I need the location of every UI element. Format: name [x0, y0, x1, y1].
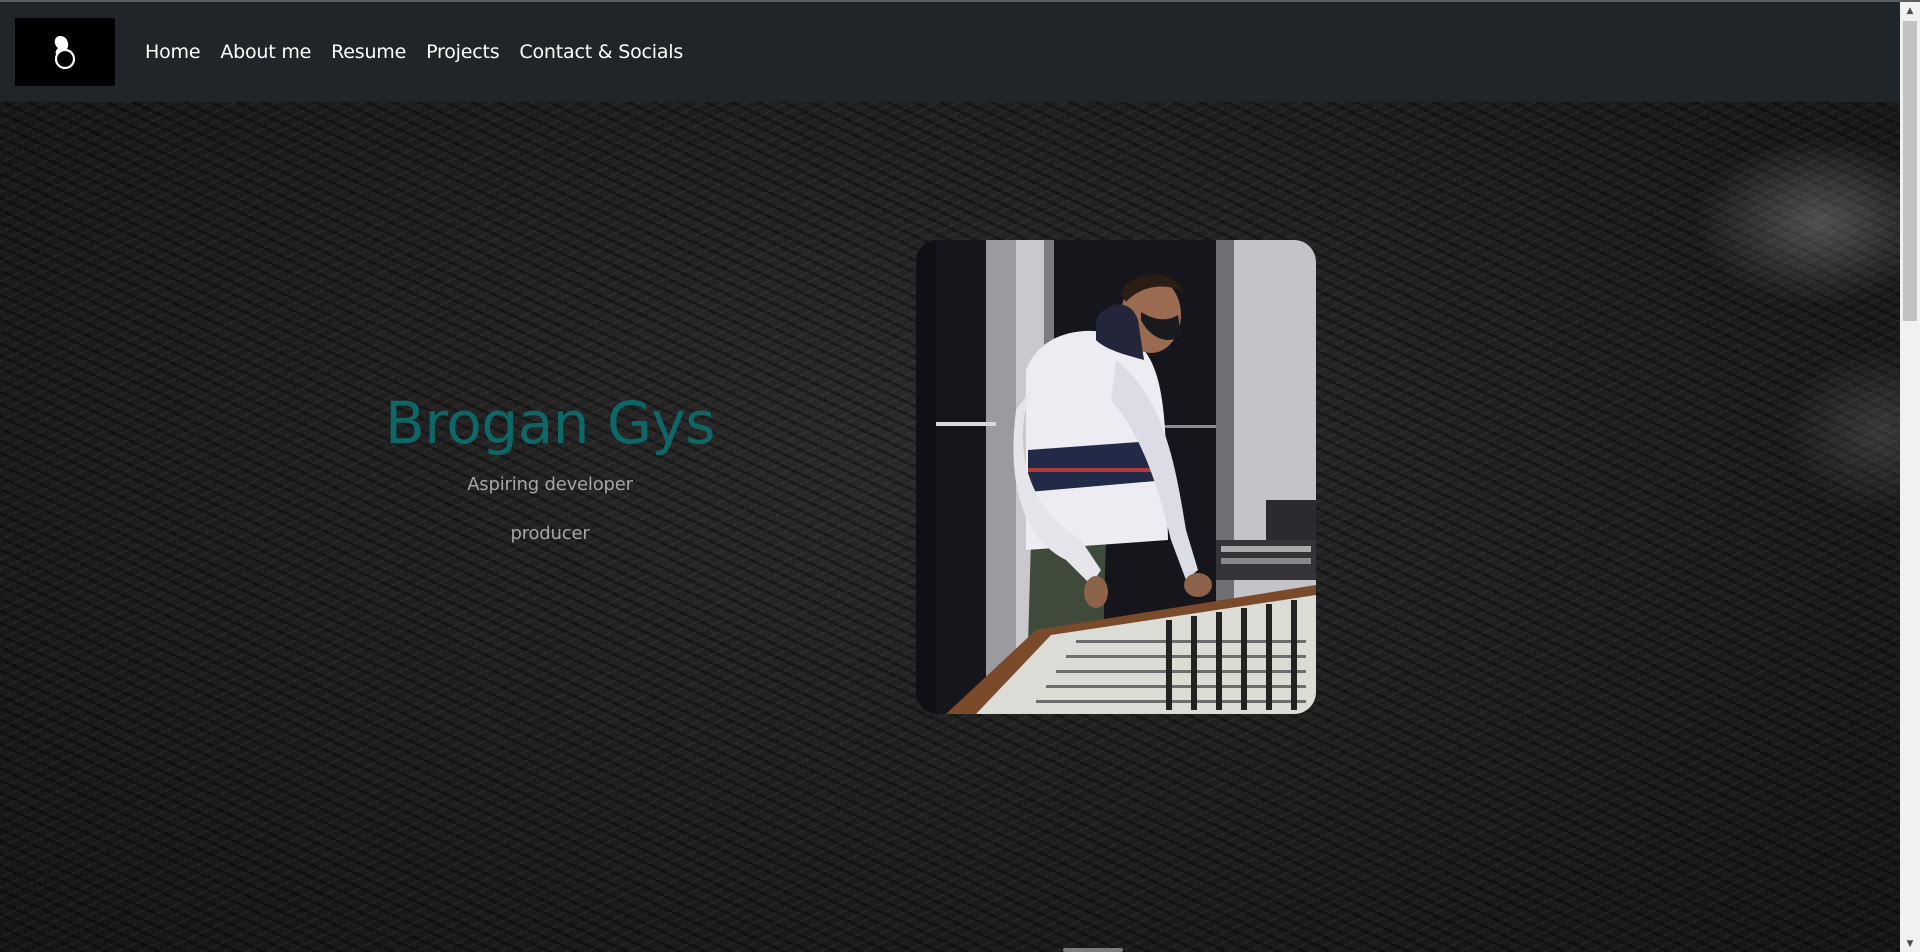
intro-block: Brogan Gys Aspiring developer producer	[340, 389, 760, 544]
nav-link-home[interactable]: Home	[135, 41, 210, 63]
producer-at-mixing-console-image	[916, 240, 1316, 714]
scroll-up-arrow-icon[interactable]: ▲	[1900, 2, 1920, 19]
navbar: Home About me Resume Projects Contact & …	[0, 2, 1900, 102]
nav-link-contact-socials[interactable]: Contact & Socials	[509, 41, 693, 63]
nav-link-about-me[interactable]: About me	[210, 41, 321, 63]
page-title: Brogan Gys	[385, 389, 715, 457]
tagline-producer: producer	[510, 522, 590, 544]
tagline-developer: Aspiring developer	[467, 473, 633, 495]
page: Home About me Resume Projects Contact & …	[0, 0, 1920, 952]
person-silhouette-logo-icon	[54, 36, 76, 70]
nav-link-resume[interactable]: Resume	[321, 41, 416, 63]
hero-section: Brogan Gys Aspiring developer producer	[0, 102, 1900, 952]
nav-link-projects[interactable]: Projects	[416, 41, 509, 63]
profile-photo	[916, 240, 1316, 714]
scrollbar-thumb[interactable]	[1903, 21, 1917, 321]
nav-links: Home About me Resume Projects Contact & …	[135, 41, 693, 63]
logo[interactable]	[15, 18, 115, 86]
vertical-scrollbar[interactable]: ▲ ▼	[1900, 2, 1920, 952]
horizontal-scroll-handle[interactable]	[1063, 948, 1123, 952]
scroll-down-arrow-icon[interactable]: ▼	[1900, 935, 1920, 952]
